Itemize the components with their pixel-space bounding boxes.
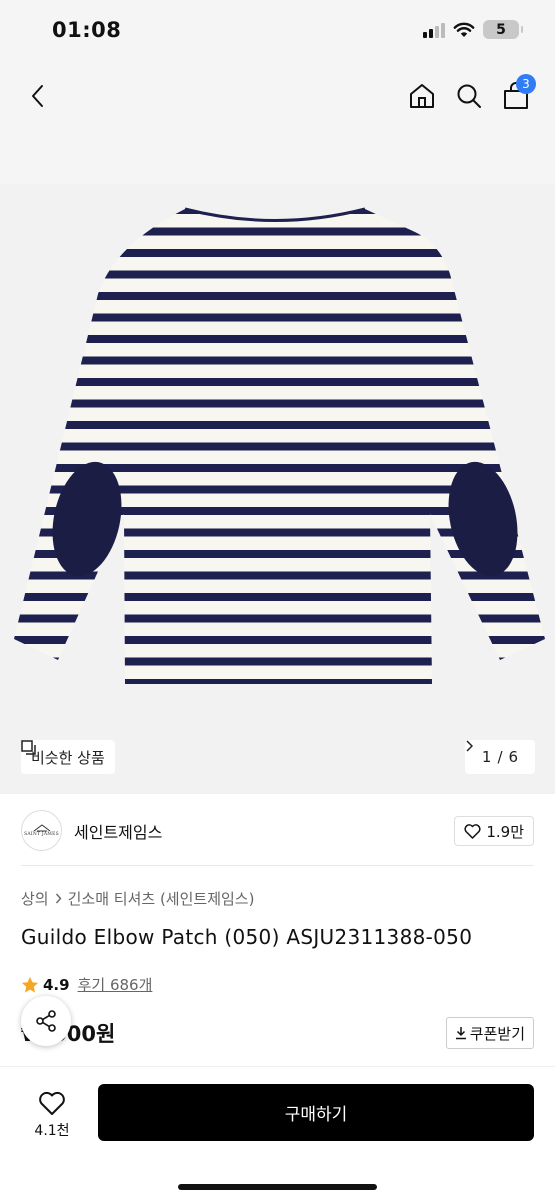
status-icons: 5 (423, 20, 523, 39)
cellular-signal-icon (423, 22, 445, 38)
star-icon (21, 976, 39, 993)
page-total: 6 (508, 748, 519, 766)
page-current: 1 (481, 748, 492, 766)
review-count-link[interactable]: 후기 686개 (78, 974, 153, 995)
status-bar: 01:08 5 (0, 0, 555, 62)
coupon-download-button[interactable]: 쿠폰받기 (445, 1017, 534, 1049)
brand-like-button[interactable]: 1.9만 (454, 816, 534, 846)
heart-icon (39, 1091, 65, 1115)
similar-products-button[interactable]: 비슷한 상품 (21, 740, 115, 774)
home-button[interactable] (402, 76, 442, 116)
breadcrumb: 상의 긴소매 티셔츠 (세인트제임스) (21, 888, 254, 909)
buy-button[interactable]: 구매하기 (98, 1084, 534, 1141)
product-image (0, 184, 555, 794)
wishlist-button[interactable]: 4.1천 (22, 1085, 82, 1145)
chevron-right-icon (466, 740, 473, 752)
battery-icon: 5 (483, 20, 523, 39)
breadcrumb-subcategory[interactable]: 긴소매 티셔츠 (세인트제임스) (68, 888, 255, 909)
cart-count-badge: 3 (516, 74, 536, 94)
product-title: Guildo Elbow Patch (050) ASJU2311388-050 (21, 925, 473, 949)
brand-logo[interactable]: SAINT JAMES (21, 810, 62, 851)
breadcrumb-category[interactable]: 상의 (21, 888, 49, 909)
cart-button[interactable]: 3 (496, 74, 536, 116)
heart-icon (464, 823, 481, 839)
similar-products-label: 비슷한 상품 (31, 748, 105, 767)
back-button[interactable] (18, 76, 58, 116)
brand-logo-mark (33, 824, 50, 832)
search-button[interactable] (449, 76, 489, 116)
wifi-icon (453, 22, 475, 37)
rating-value: 4.9 (43, 975, 70, 994)
brand-like-count: 1.9만 (486, 822, 524, 841)
download-icon (455, 1027, 466, 1040)
status-time: 01:08 (52, 18, 122, 42)
share-button[interactable] (21, 996, 71, 1046)
similar-items-icon (21, 740, 36, 755)
home-indicator (178, 1184, 377, 1190)
image-page-indicator[interactable]: 1 / 6 (465, 740, 535, 774)
home-icon (410, 84, 434, 108)
chevron-right-icon (55, 893, 62, 904)
product-image-gallery[interactable]: 비슷한 상품 1 / 6 (0, 184, 555, 794)
search-icon (457, 84, 481, 108)
brand-row: SAINT JAMES 세인트제임스 1.9만 (21, 808, 534, 866)
bottom-action-bar: 4.1천 구매하기 (0, 1066, 555, 1200)
brand-name[interactable]: 세인트제임스 (74, 819, 162, 843)
rating-row: 4.9 후기 686개 (21, 974, 152, 995)
wishlist-count: 4.1천 (34, 1122, 70, 1139)
chevron-left-icon (32, 85, 43, 107)
nav-bar: 3 (0, 62, 555, 184)
coupon-label: 쿠폰받기 (469, 1024, 525, 1043)
share-icon (36, 1010, 56, 1032)
brand-logo-text: SAINT JAMES (24, 832, 59, 837)
page-separator: / (497, 748, 503, 766)
